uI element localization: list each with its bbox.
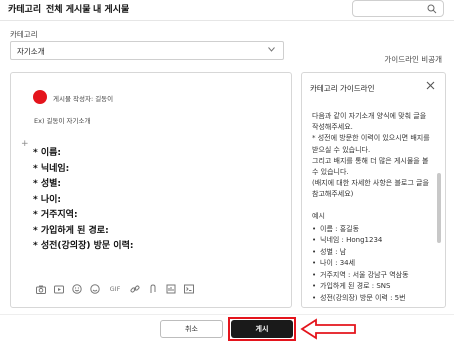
category-select[interactable]: 자기소개 [10, 41, 284, 60]
field-visit-history: 성전(강의장) 방문 이력: [33, 238, 134, 254]
code-icon[interactable] [184, 284, 194, 294]
guideline-body: 다음과 같이 자기소개 양식에 맞춰 글을 작성해주세요. * 성전에 방문한 … [312, 111, 436, 304]
example-line: Ex) 길동이 자기소개 [34, 117, 91, 125]
list-item: 성전(강의장) 방문 이력 : 5번 [312, 293, 436, 305]
tab-category[interactable]: 카테고리 [8, 2, 41, 15]
cancel-button[interactable]: 취소 [160, 320, 223, 338]
avatar [33, 90, 47, 104]
guideline-note-badge: * 성전에 방문한 이력이 있으시면 배지를 받으실 수 있습니다. [312, 134, 430, 154]
link-icon[interactable] [130, 284, 140, 294]
guideline-title: 카테고리 가이드라인 [310, 84, 375, 93]
list-item: 나이 : 34세 [312, 258, 436, 270]
chevron-down-icon [268, 47, 275, 52]
list-item: 닉네임 : Hong1234 [312, 235, 436, 247]
search-input[interactable] [352, 0, 444, 17]
post-editor[interactable]: 게시물 작성자: 길동이 Ex) 길동이 자기소개 + 이름: 닉네임: 성별:… [10, 72, 292, 308]
close-icon[interactable] [426, 81, 435, 90]
guideline-example-list: 이름 : 홍길동 닉네임 : Hong1234 성별 : 남 나이 : 34세 … [312, 224, 436, 305]
guideline-note-blog: (배지에 대한 자세한 사항은 블로그 글을 참고해주세요) [312, 179, 429, 199]
field-gender: 성별: [33, 176, 133, 192]
list-item: 가입하게 된 경로 : SNS [312, 281, 436, 293]
field-age: 나이: [33, 192, 133, 208]
video-icon[interactable] [54, 284, 64, 294]
list-item: 거주지역 : 서울 강남구 역삼동 [312, 270, 436, 282]
field-residence: 거주지역: [33, 207, 133, 223]
field-join-route: 가입하게 된 경로: [33, 223, 133, 239]
guideline-visibility-toggle[interactable]: 가이드라인 비공개 [384, 54, 442, 65]
guideline-panel: 카테고리 가이드라인 다음과 같이 자기소개 양식에 맞춰 글을 작성해주세요.… [301, 72, 446, 308]
field-name: 이름: [33, 145, 133, 161]
guideline-example-title: 예시 [312, 211, 325, 220]
tab-all-posts[interactable]: 전체 게시물 [46, 2, 91, 15]
guideline-scrollbar[interactable] [437, 173, 441, 243]
header-divider [0, 20, 454, 21]
tab-my-posts[interactable]: 내 게시물 [93, 2, 129, 15]
camera-icon[interactable] [36, 284, 46, 294]
editor-toolbar: GIF [36, 284, 194, 294]
category-label: 카테고리 [10, 30, 38, 39]
category-selected-value: 자기소개 [17, 47, 45, 56]
search-icon[interactable] [427, 4, 437, 14]
top-nav: 카테고리 전체 게시물 내 게시물 [0, 0, 454, 20]
gif-icon[interactable]: GIF [108, 284, 122, 294]
list-item: 이름 : 홍길동 [312, 224, 436, 236]
left-arrow-icon [300, 318, 356, 340]
emoji-icon[interactable] [72, 284, 82, 294]
field-nickname: 닉네임: [33, 161, 133, 177]
add-block-icon[interactable]: + [21, 139, 29, 149]
guideline-intro: 다음과 같이 자기소개 양식에 맞춰 글을 작성해주세요. [312, 112, 427, 132]
template-fields: 이름: 닉네임: 성별: 나이: 거주지역: 가입하게 된 경로: 성전(강의장… [33, 145, 134, 254]
footer-divider [0, 314, 454, 315]
author-line: 게시물 작성자: 길동이 [53, 95, 114, 103]
guideline-note-more: 그리고 배지를 통해 더 많은 게시물을 볼 수 있습니다. [312, 156, 429, 177]
post-button-highlight [228, 317, 296, 341]
list-item: 성별 : 남 [312, 247, 436, 259]
sticker-icon[interactable] [90, 284, 100, 294]
file-icon[interactable] [166, 284, 176, 294]
attach-icon[interactable] [148, 284, 158, 294]
